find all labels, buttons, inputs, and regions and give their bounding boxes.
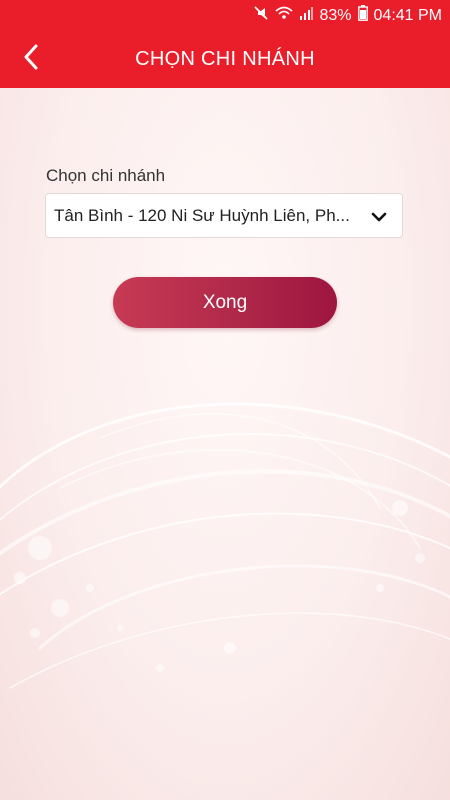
chevron-down-icon	[370, 208, 388, 226]
mute-icon	[253, 5, 269, 26]
battery-percent: 83%	[319, 6, 352, 24]
status-bar: 83% 04:41 PM	[0, 0, 450, 30]
branch-select[interactable]: Tân Bình - 120 Ni Sư Huỳnh Liên, Ph...	[45, 193, 403, 238]
signal-icon	[299, 6, 314, 25]
branch-label: Chọn chi nhánh	[46, 166, 166, 185]
battery-icon	[357, 5, 368, 26]
page-title: CHỌN CHI NHÁNH	[135, 48, 315, 70]
clock: 04:41 PM	[373, 6, 442, 24]
status-icons: 83% 04:41 PM	[253, 5, 442, 26]
app-bar: CHỌN CHI NHÁNH	[0, 30, 450, 88]
done-button[interactable]: Xong	[113, 277, 337, 328]
wifi-icon	[275, 6, 294, 25]
branch-select-value: Tân Bình - 120 Ni Sư Huỳnh Liên, Ph...	[54, 206, 350, 225]
